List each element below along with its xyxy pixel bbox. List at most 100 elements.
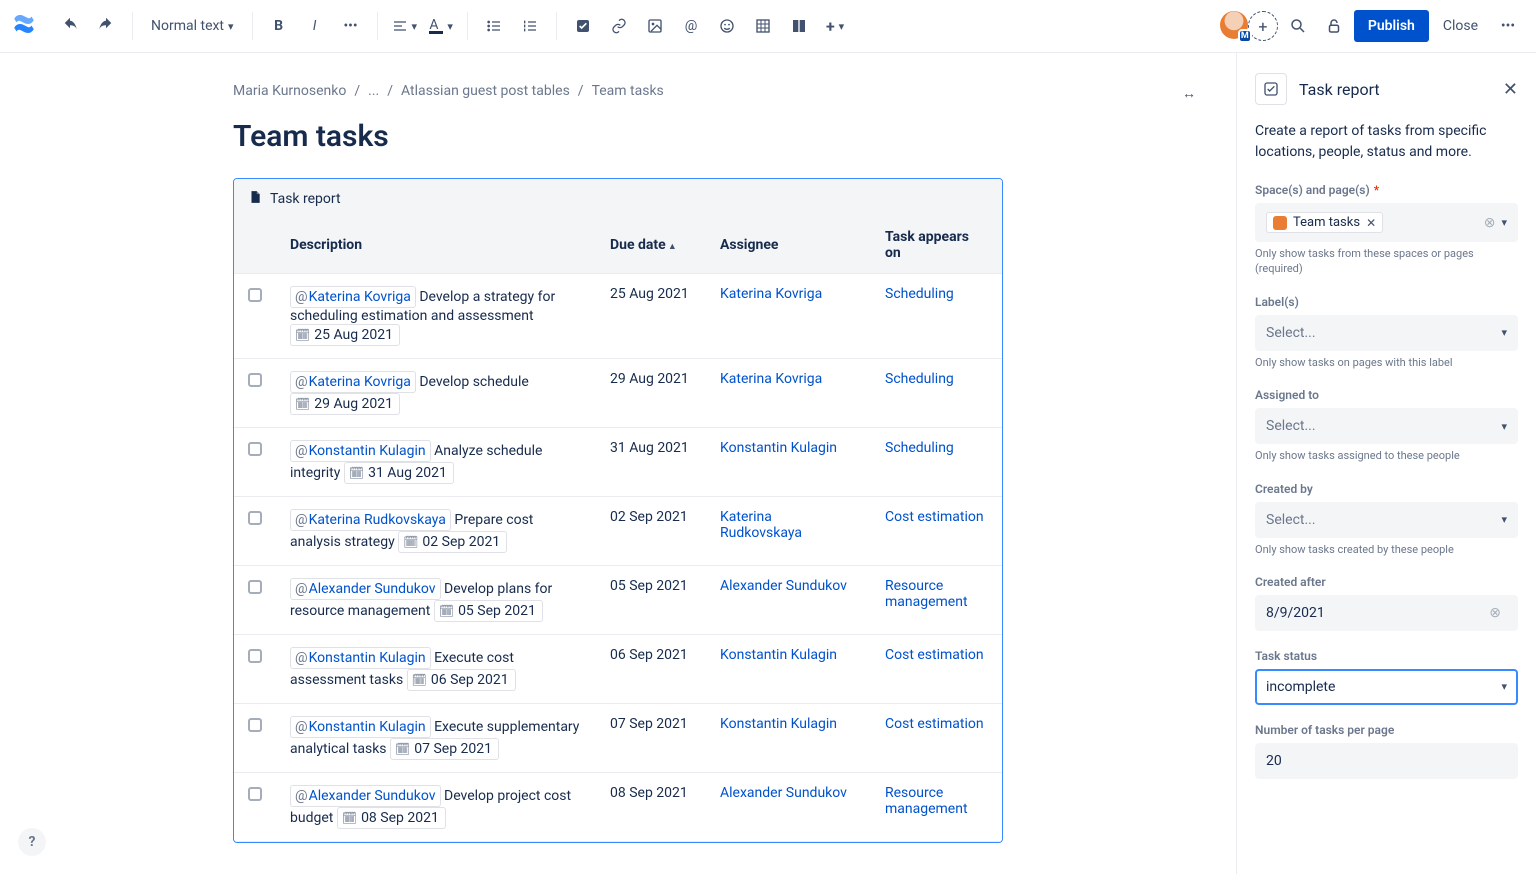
date-chip[interactable]: 🗓07 Sep 2021 <box>390 738 499 760</box>
created-after-input[interactable]: 8/9/2021 ⊗ <box>1255 595 1518 631</box>
task-report-macro[interactable]: Task report Description Due date Assigne… <box>233 178 1003 843</box>
due-date: 02 Sep 2021 <box>596 497 706 566</box>
user-mention[interactable]: Katerina Kovriga <box>290 286 416 308</box>
alignment-dropdown[interactable]: ▾ <box>388 10 422 42</box>
appears-on-link[interactable]: Cost estimation <box>885 647 984 663</box>
appears-on-link[interactable]: Scheduling <box>885 440 954 456</box>
publish-button[interactable]: Publish <box>1354 10 1429 42</box>
date-chip[interactable]: 🗓08 Sep 2021 <box>337 807 446 829</box>
bold-button[interactable]: B <box>263 10 295 42</box>
page-title[interactable]: Team tasks <box>233 119 1003 154</box>
task-checkbox[interactable] <box>248 718 262 732</box>
assignee-link[interactable]: Alexander Sundukov <box>720 785 847 801</box>
task-checkbox[interactable] <box>248 787 262 801</box>
mention-button[interactable]: @ <box>675 10 707 42</box>
date-chip[interactable]: 🗓31 Aug 2021 <box>344 462 454 484</box>
bullet-list-button[interactable] <box>478 10 510 42</box>
appears-on-link[interactable]: Cost estimation <box>885 509 984 525</box>
breadcrumb-item[interactable]: Team tasks <box>592 83 664 99</box>
user-avatar[interactable]: M <box>1220 11 1250 41</box>
task-status-select[interactable]: incomplete ▾ <box>1255 669 1518 705</box>
user-mention[interactable]: Alexander Sundukov <box>290 578 441 600</box>
undo-button[interactable] <box>54 10 86 42</box>
panel-title: Task report <box>1299 80 1491 99</box>
user-mention[interactable]: Katerina Kovriga <box>290 371 416 393</box>
image-button[interactable] <box>639 10 671 42</box>
appears-on-link[interactable]: Scheduling <box>885 371 954 387</box>
document-icon <box>248 189 262 209</box>
user-mention[interactable]: Alexander Sundukov <box>290 785 441 807</box>
due-date: 07 Sep 2021 <box>596 704 706 773</box>
more-actions-button[interactable]: ••• <box>1492 10 1524 42</box>
action-item-button[interactable] <box>567 10 599 42</box>
text-color-dropdown[interactable]: A▾ <box>425 10 457 42</box>
page-width-toggle[interactable]: ↔ <box>1182 85 1196 102</box>
user-mention[interactable]: Katerina Rudkovskaya <box>290 509 451 531</box>
task-checkbox[interactable] <box>248 442 262 456</box>
created-by-select[interactable]: Select... ▾ <box>1255 502 1518 538</box>
per-page-input[interactable]: 20 <box>1255 743 1518 779</box>
appears-on-link[interactable]: Resource management <box>885 785 968 817</box>
labels-select[interactable]: Select... ▾ <box>1255 315 1518 351</box>
layouts-button[interactable] <box>783 10 815 42</box>
date-chip[interactable]: 🗓25 Aug 2021 <box>290 324 400 346</box>
italic-button[interactable]: I <box>299 10 331 42</box>
space-chip: Team tasks ✕ <box>1266 212 1383 233</box>
date-chip[interactable]: 🗓02 Sep 2021 <box>398 531 507 553</box>
task-checkbox[interactable] <box>248 288 262 302</box>
insert-dropdown[interactable]: +▾ <box>819 10 851 42</box>
clear-icon[interactable]: ⊗ <box>1484 215 1496 231</box>
task-checkbox[interactable] <box>248 373 262 387</box>
more-formatting-button[interactable]: ••• <box>335 10 367 42</box>
table-button[interactable] <box>747 10 779 42</box>
text-style-dropdown[interactable]: Normal text ▾ <box>143 10 242 42</box>
created-by-hint: Only show tasks created by these people <box>1255 542 1518 557</box>
col-description[interactable]: Description <box>276 219 596 274</box>
date-chip[interactable]: 🗓06 Sep 2021 <box>407 669 516 691</box>
appears-on-link[interactable]: Resource management <box>885 578 968 610</box>
link-button[interactable] <box>603 10 635 42</box>
assignee-link[interactable]: Konstantin Kulagin <box>720 716 837 732</box>
task-checkbox[interactable] <box>248 580 262 594</box>
numbered-list-button[interactable] <box>514 10 546 42</box>
user-mention[interactable]: Konstantin Kulagin <box>290 440 431 462</box>
assignee-link[interactable]: Konstantin Kulagin <box>720 440 837 456</box>
clear-icon[interactable]: ⊗ <box>1489 605 1501 621</box>
col-due-date[interactable]: Due date <box>596 219 706 274</box>
editor-canvas[interactable]: ↔ Maria Kurnosenko / ... / Atlassian gue… <box>0 53 1236 874</box>
assigned-hint: Only show tasks assigned to these people <box>1255 448 1518 463</box>
restrictions-button[interactable] <box>1318 10 1350 42</box>
assignee-link[interactable]: Katerina Kovriga <box>720 286 822 302</box>
spaces-select[interactable]: Team tasks ✕ ⊗ ▾ <box>1255 203 1518 242</box>
assignee-link[interactable]: Konstantin Kulagin <box>720 647 837 663</box>
col-assignee[interactable]: Assignee <box>706 219 871 274</box>
date-chip[interactable]: 🗓29 Aug 2021 <box>290 393 400 415</box>
task-checkbox[interactable] <box>248 511 262 525</box>
help-button[interactable]: ? <box>18 828 46 856</box>
appears-on-link[interactable]: Scheduling <box>885 286 954 302</box>
assignee-link[interactable]: Katerina Kovriga <box>720 371 822 387</box>
assigned-select[interactable]: Select... ▾ <box>1255 408 1518 444</box>
calendar-icon: 🗓 <box>412 670 427 690</box>
appears-on-link[interactable]: Cost estimation <box>885 716 984 732</box>
close-button[interactable]: Close <box>1433 10 1488 42</box>
remove-chip-icon[interactable]: ✕ <box>1366 216 1376 230</box>
assignee-link[interactable]: Katerina Rudkovskaya <box>720 509 802 541</box>
emoji-button[interactable] <box>711 10 743 42</box>
col-appears-on[interactable]: Task appears on <box>871 219 1002 274</box>
task-checkbox[interactable] <box>248 649 262 663</box>
due-date: 06 Sep 2021 <box>596 635 706 704</box>
breadcrumb-item[interactable]: Atlassian guest post tables <box>401 83 570 99</box>
macro-header: Task report <box>234 179 1002 219</box>
close-panel-button[interactable]: ✕ <box>1503 79 1518 100</box>
user-mention[interactable]: Konstantin Kulagin <box>290 647 431 669</box>
assignee-link[interactable]: Alexander Sundukov <box>720 578 847 594</box>
invite-button[interactable]: + <box>1248 11 1278 41</box>
find-replace-button[interactable] <box>1282 10 1314 42</box>
toolbar-divider <box>467 12 468 40</box>
breadcrumb-item[interactable]: Maria Kurnosenko <box>233 83 346 99</box>
user-mention[interactable]: Konstantin Kulagin <box>290 716 431 738</box>
date-chip[interactable]: 🗓05 Sep 2021 <box>434 600 543 622</box>
redo-button[interactable] <box>90 10 122 42</box>
breadcrumb-item[interactable]: ... <box>368 83 379 99</box>
